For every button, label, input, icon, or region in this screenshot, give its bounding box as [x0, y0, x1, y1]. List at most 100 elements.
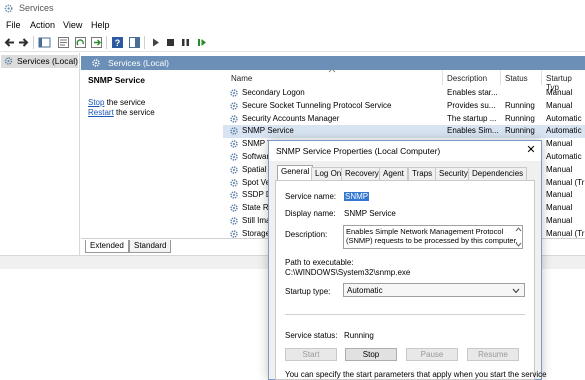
refresh-icon[interactable]: [74, 36, 87, 49]
gear-icon: [230, 127, 238, 136]
service-row[interactable]: SNMP Service Enables Sim... Running Automat…: [223, 125, 585, 139]
service-startup-cell: Manual: [546, 203, 573, 213]
service-description-cell: Enables star...: [447, 88, 498, 97]
column-header-description[interactable]: Description: [447, 74, 487, 83]
forward-arrow-icon[interactable]: [17, 36, 30, 49]
window-titlebar: Services: [0, 0, 585, 17]
stop-suffix: the service: [104, 98, 146, 107]
restart-icon[interactable]: [195, 36, 208, 49]
stop-button[interactable]: Stop: [345, 348, 397, 361]
gear-icon: [230, 89, 238, 97]
service-status-cell: Running: [505, 100, 535, 110]
service-status-value: Running: [344, 331, 374, 340]
resume-button[interactable]: Resume: [467, 348, 519, 361]
gear-icon: [230, 153, 238, 161]
gear-icon: [230, 140, 238, 148]
service-startup-cell: Manual: [546, 139, 573, 149]
toolbar: ?: [0, 33, 585, 52]
service-name-cell: SNMP Service: [242, 126, 294, 136]
restart-action-line: Restart the service: [88, 108, 155, 117]
service-startup-cell: Manual: [546, 190, 573, 200]
service-name-value[interactable]: SNMP: [344, 192, 370, 201]
service-name-cell: Secondary Logon: [242, 88, 305, 97]
stop-link[interactable]: Stop: [88, 98, 104, 107]
tab-extended[interactable]: Extended: [85, 240, 129, 253]
properties-dialog: SNMP Service Properties (Local Computer)…: [268, 140, 547, 380]
display-name-value[interactable]: SNMP Service: [344, 209, 396, 218]
tree-node-services-local[interactable]: Services (Local): [1, 55, 78, 68]
service-startup-cell: Manual: [546, 100, 573, 110]
tab-security[interactable]: Security: [435, 167, 472, 180]
chevron-down-icon: [512, 288, 520, 294]
dialog-titlebar: SNMP Service Properties (Local Computer)…: [269, 141, 541, 161]
path-label: Path to executable:: [285, 258, 354, 267]
pause-button[interactable]: Pause: [406, 348, 458, 361]
selected-service-name: SNMP Service: [88, 75, 146, 85]
tab-general[interactable]: General: [277, 165, 314, 180]
service-description-cell: Enables Sim...: [447, 126, 499, 136]
gear-icon: [230, 191, 238, 200]
service-row[interactable]: Secure Socket Tunneling Protocol Service…: [223, 100, 585, 113]
service-startup-cell: Automatic: [546, 152, 582, 161]
play-icon[interactable]: [149, 36, 162, 49]
close-icon[interactable]: ✕: [525, 144, 537, 156]
service-name-cell: Secure Socket Tunneling Protocol Service: [242, 100, 392, 110]
display-name-label: Display name:: [285, 209, 336, 218]
service-description-cell: Provides su...: [447, 100, 496, 110]
menu-help[interactable]: Help: [91, 20, 110, 30]
gear-icon: [230, 166, 238, 174]
menu-view[interactable]: View: [63, 20, 82, 30]
service-startup-cell: Manual (Tr: [546, 228, 585, 238]
description-field[interactable]: Enables Simple Network Management Protoc…: [343, 225, 523, 249]
start-button[interactable]: Start: [285, 348, 337, 361]
service-row[interactable]: Secondary Logon Enables star... Manual: [223, 87, 585, 100]
console-tree-icon[interactable]: [38, 36, 51, 49]
sort-up-icon: [328, 68, 336, 73]
service-startup-cell: Manual: [546, 88, 573, 97]
services-header-title: Services (Local): [108, 58, 169, 68]
description-text: Enables Simple Network Management Protoc…: [346, 227, 518, 245]
tab-traps[interactable]: Traps: [408, 167, 437, 180]
back-arrow-icon[interactable]: [3, 36, 16, 49]
service-startup-cell: Manual (Tr: [546, 177, 585, 187]
menu-action[interactable]: Action: [30, 20, 55, 30]
export-icon[interactable]: [90, 36, 103, 49]
stop-icon[interactable]: [164, 36, 177, 49]
column-header-name[interactable]: Name: [231, 74, 252, 83]
window-title: Services: [19, 3, 54, 13]
restart-suffix: the service: [113, 108, 155, 117]
tab-dependencies[interactable]: Dependencies: [468, 167, 528, 180]
service-startup-cell: Manual: [546, 164, 573, 174]
show-hide-icon[interactable]: [128, 36, 141, 49]
tab-standard[interactable]: Standard: [129, 240, 172, 253]
gears-icon: [4, 57, 13, 65]
gear-icon: [230, 114, 238, 123]
gear-icon: [230, 102, 238, 110]
menu-file[interactable]: File: [6, 20, 21, 30]
help-icon[interactable]: ?: [111, 36, 124, 49]
svg-text:?: ?: [115, 38, 121, 48]
startup-type-value: Automatic: [347, 286, 383, 295]
tab-agent[interactable]: Agent: [379, 167, 408, 180]
service-row[interactable]: Security Accounts Manager The startup ...…: [223, 113, 585, 126]
startup-type-select[interactable]: Automatic: [343, 283, 525, 297]
console-tree: Services (Local): [0, 53, 80, 255]
menu-bar: File Action View Help: [0, 17, 585, 33]
description-scrollbar[interactable]: [514, 226, 523, 248]
service-startup-cell: Automatic: [546, 126, 582, 136]
tree-node-label: Services (Local): [17, 56, 78, 66]
stop-action-line: Stop the service: [88, 98, 145, 107]
column-header-status[interactable]: Status: [505, 74, 528, 83]
gear-icon: [230, 217, 238, 225]
startup-type-label: Startup type:: [285, 287, 331, 296]
description-label: Description:: [285, 230, 328, 239]
gears-icon: [4, 4, 13, 13]
properties-icon[interactable]: [57, 36, 70, 49]
tab-recovery[interactable]: Recovery: [341, 167, 383, 180]
restart-link[interactable]: Restart: [88, 108, 114, 117]
pause-icon[interactable]: [179, 36, 192, 49]
gears-icon: [92, 59, 100, 67]
service-description-cell: The startup ...: [447, 113, 497, 123]
description-pane: SNMP Service Stop the service Restart th…: [81, 70, 223, 238]
service-status-cell: Running: [505, 113, 535, 123]
